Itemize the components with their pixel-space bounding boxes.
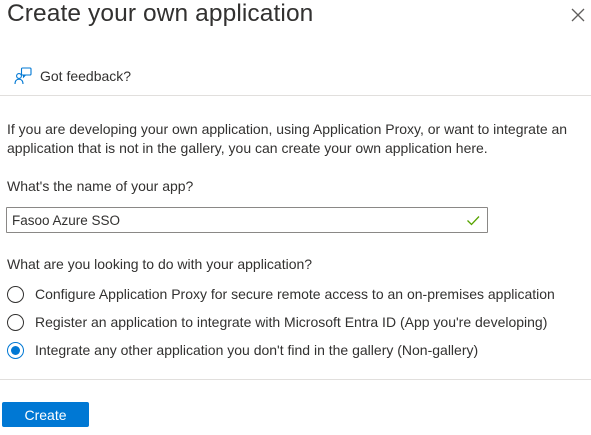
app-name-input[interactable]: Fasoo Azure SSO <box>6 207 488 233</box>
radio-option-app-proxy[interactable]: Configure Application Proxy for secure r… <box>7 284 555 304</box>
radio-option-non-gallery[interactable]: Integrate any other application you don'… <box>7 340 555 360</box>
radio-option-label: Configure Application Proxy for secure r… <box>35 286 555 302</box>
footer-divider <box>0 379 591 380</box>
purpose-question: What are you looking to do with your app… <box>7 256 313 272</box>
feedback-label: Got feedback? <box>40 68 132 84</box>
close-button[interactable] <box>567 4 589 26</box>
feedback-person-icon <box>14 67 32 85</box>
description-text: If you are developing your own applicati… <box>7 121 568 156</box>
radio-option-label: Register an application to integrate wit… <box>35 314 548 330</box>
radio-button[interactable] <box>7 285 24 303</box>
panel-title: Create your own application <box>7 0 314 27</box>
checkmark-icon <box>467 216 480 226</box>
purpose-radio-group: Configure Application Proxy for secure r… <box>7 284 555 368</box>
radio-option-label: Integrate any other application you don'… <box>35 342 479 358</box>
radio-option-register-app[interactable]: Register an application to integrate wit… <box>7 312 555 332</box>
feedback-link[interactable]: Got feedback? <box>14 64 131 88</box>
close-icon <box>571 8 585 22</box>
header-divider <box>0 95 591 96</box>
create-button[interactable]: Create <box>2 402 89 427</box>
radio-button-selected[interactable] <box>7 341 24 359</box>
radio-button[interactable] <box>7 313 24 331</box>
app-name-value[interactable]: Fasoo Azure SSO <box>7 213 465 228</box>
app-name-label: What's the name of your app? <box>7 178 194 194</box>
